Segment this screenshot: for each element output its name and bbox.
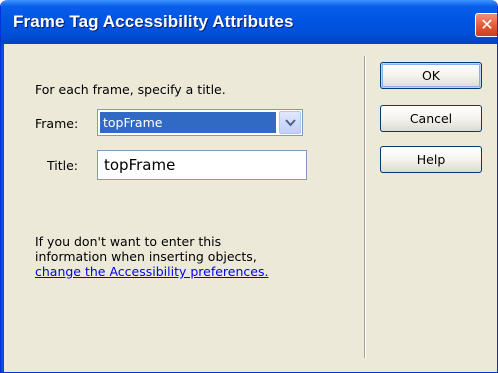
cancel-button[interactable]: Cancel: [380, 105, 482, 132]
note-line-1: If you don't want to enter this: [35, 234, 222, 249]
close-icon[interactable]: ✕: [475, 13, 497, 37]
title-label: Title:: [47, 158, 78, 173]
ok-button[interactable]: OK: [380, 62, 482, 89]
help-button[interactable]: Help: [380, 146, 482, 173]
title-bar[interactable]: Frame Tag Accessibility Attributes ✕: [1, 0, 497, 44]
chevron-down-icon[interactable]: [279, 111, 301, 134]
accessibility-preferences-link[interactable]: change the Accessibility preferences.: [35, 264, 325, 279]
note-line-2: information when inserting objects,: [35, 249, 257, 264]
dialog-title: Frame Tag Accessibility Attributes: [13, 12, 294, 31]
window-border: [1, 44, 4, 372]
frame-selected-value: topFrame: [100, 112, 276, 133]
dialog-window: Frame Tag Accessibility Attributes ✕ For…: [0, 0, 498, 373]
frame-select[interactable]: topFrame: [97, 109, 303, 136]
title-input[interactable]: topFrame: [97, 150, 307, 180]
frame-label: Frame:: [35, 116, 79, 131]
accessibility-note: If you don't want to enter this informat…: [35, 234, 325, 279]
instruction-text: For each frame, specify a title.: [35, 82, 226, 97]
divider: [364, 56, 365, 358]
